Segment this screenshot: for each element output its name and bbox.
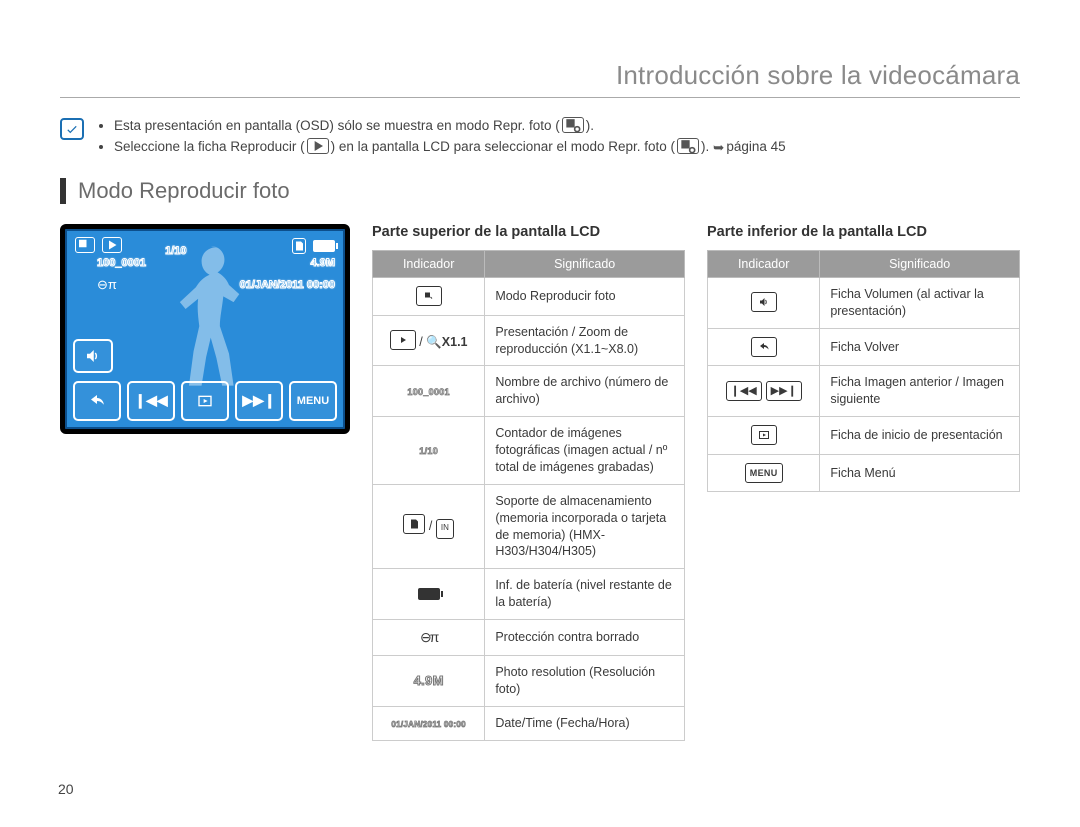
table-row: Inf. de batería (nivel restante de la ba… — [485, 569, 685, 620]
table-row: Modo Reproducir foto — [485, 277, 685, 315]
note-line-1: Esta presentación en pantalla (OSD) sólo… — [114, 116, 786, 137]
next-image-icon: ▶▶❙ — [766, 381, 802, 401]
table-row: Ficha de inicio de presentación — [820, 417, 1020, 455]
photo-play-mode-icon — [562, 117, 584, 133]
table-row: Nombre de archivo (número de archivo) — [485, 366, 685, 417]
lcd-counter: 1/10 — [165, 245, 186, 257]
counter-indicator: 1/10 — [419, 446, 438, 456]
th-meaning: Significado — [485, 250, 685, 277]
lower-lcd-table-col: Parte inferior de la pantalla LCD Indica… — [707, 224, 1020, 492]
zoom-icon: 🔍 — [426, 335, 442, 349]
th-indicator: Indicador — [708, 250, 820, 277]
battery-icon — [418, 588, 440, 600]
protect-icon: ⊖π — [420, 629, 437, 645]
photo-play-mode-icon — [677, 138, 699, 154]
datetime-indicator: 01/JAN/2011 00:00 — [391, 720, 466, 729]
resolution-indicator: 4.9M — [414, 673, 444, 688]
section-heading: Modo Reproducir foto — [60, 178, 1020, 204]
slideshow-icon — [390, 330, 416, 350]
table-row: Soporte de almacenamiento (memoria incor… — [485, 484, 685, 569]
photo-play-mode-icon — [416, 286, 442, 306]
prev-image-icon: ❙◀◀ — [726, 381, 762, 401]
next-image-button[interactable]: ▶▶❙ — [235, 381, 283, 421]
page-title: Introducción sobre la videocámara — [60, 60, 1020, 98]
storage-card-icon — [292, 238, 306, 254]
slideshow-icon — [102, 237, 122, 253]
upper-table: IndicadorSignificado Modo Reproducir fot… — [372, 250, 685, 741]
th-meaning: Significado — [820, 250, 1020, 277]
lcd-filename: 100_0001 — [75, 257, 146, 269]
lcd-mockup: 1/10 100_0001 4.9M ⊖π 01/JAN/2011 00:00 … — [60, 224, 350, 434]
prev-image-button[interactable]: ❙◀◀ — [127, 381, 175, 421]
lower-title: Parte inferior de la pantalla LCD — [707, 224, 1020, 240]
table-row: Ficha Volver — [820, 328, 1020, 366]
volume-icon — [751, 292, 777, 312]
lcd-datetime: 01/JAN/2011 00:00 — [240, 279, 335, 291]
check-icon — [60, 118, 84, 140]
volume-button[interactable] — [73, 339, 113, 373]
lcd-resolution: 4.9M — [311, 257, 335, 269]
protect-icon: ⊖π — [97, 277, 117, 292]
table-row: Photo resolution (Resolución foto) — [485, 655, 685, 706]
upper-title: Parte superior de la pantalla LCD — [372, 224, 685, 240]
table-row: Ficha Volumen (al activar la presentació… — [820, 277, 1020, 328]
table-row: Date/Time (Fecha/Hora) — [485, 706, 685, 740]
table-row: Presentación / Zoom de reproducción (X1.… — [485, 315, 685, 366]
battery-icon — [313, 240, 335, 252]
table-row: Ficha Menú — [820, 455, 1020, 492]
slideshow-start-button[interactable] — [181, 381, 229, 421]
lower-table: IndicadorSignificado Ficha Volumen (al a… — [707, 250, 1020, 492]
note-line-2: Seleccione la ficha Reproducir () en la … — [114, 137, 786, 158]
th-indicator: Indicador — [373, 250, 485, 277]
photo-play-mode-icon — [75, 237, 95, 253]
zoom-text: X1.1 — [442, 335, 468, 349]
filename-indicator: 100_0001 — [407, 387, 449, 397]
table-row: Contador de imágenes fotográficas (image… — [485, 417, 685, 485]
slideshow-start-icon — [751, 425, 777, 445]
note-lines: Esta presentación en pantalla (OSD) sólo… — [98, 116, 786, 158]
arrow-right-icon: ➥ — [713, 138, 724, 159]
storage-card-icon — [403, 514, 425, 534]
table-row: Ficha Imagen anterior / Imagen siguiente — [820, 366, 1020, 417]
table-row: Protección contra borrado — [485, 620, 685, 656]
back-button[interactable] — [73, 381, 121, 421]
upper-lcd-table-col: Parte superior de la pantalla LCD Indica… — [372, 224, 685, 741]
play-tab-icon — [307, 138, 329, 154]
storage-internal-icon: IN — [436, 519, 454, 539]
menu-icon: MENU — [745, 463, 783, 483]
back-icon — [751, 337, 777, 357]
note-block: Esta presentación en pantalla (OSD) sólo… — [60, 116, 1020, 158]
menu-button[interactable]: MENU — [289, 381, 337, 421]
page-number: 20 — [58, 781, 74, 797]
